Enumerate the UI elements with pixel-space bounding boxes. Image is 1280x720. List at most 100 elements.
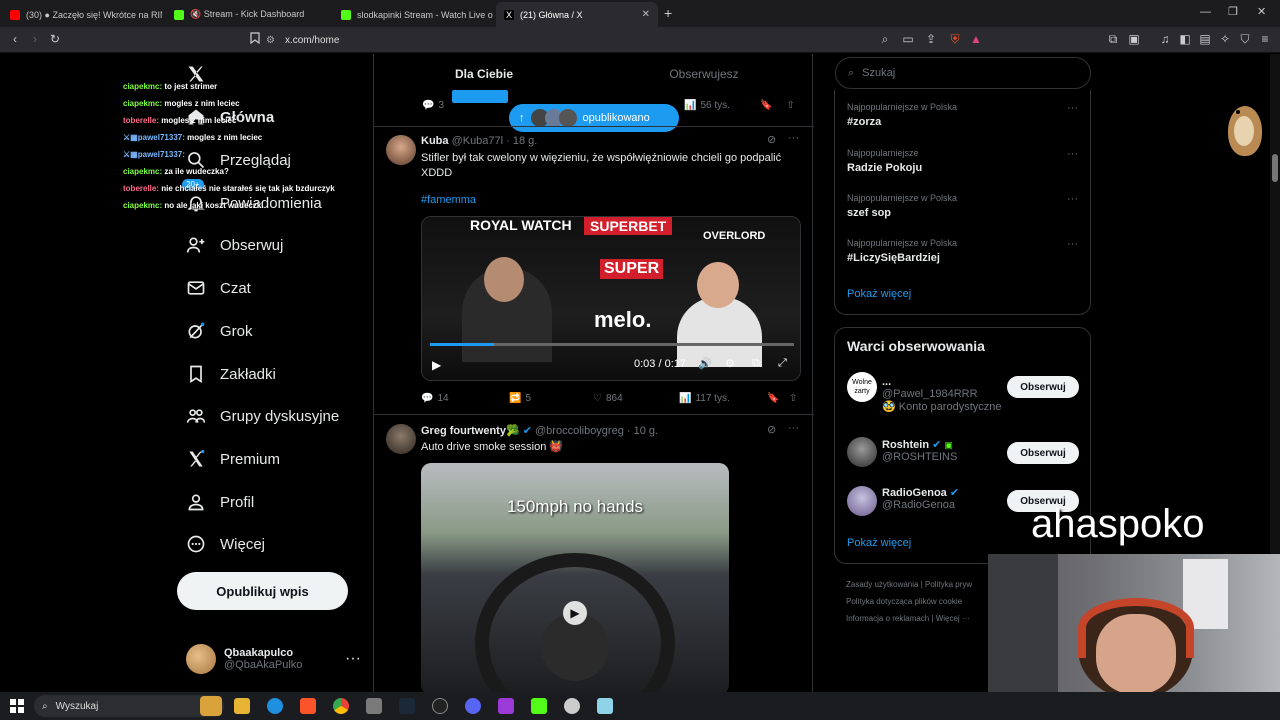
new-tab-button[interactable]: + <box>664 5 672 21</box>
author-handle[interactable]: @Kuba77l <box>452 135 504 147</box>
fullscreen-icon[interactable]: ⤢ <box>778 357 787 370</box>
app-icon[interactable] <box>498 698 514 714</box>
avatar[interactable] <box>847 486 877 516</box>
show-more-link[interactable]: Pokaż więcej <box>847 537 911 549</box>
cast-icon[interactable]: ▭ <box>901 32 915 46</box>
follow-button[interactable]: Obserwuj <box>1007 442 1079 464</box>
more-dots-icon[interactable]: ··· <box>1067 148 1078 160</box>
search-input[interactable]: Szukaj <box>862 67 895 79</box>
trend-item[interactable]: Najpopularniejsze Radzie Pokoju <box>847 148 1077 174</box>
app-icon[interactable] <box>366 698 382 714</box>
footer-link[interactable]: Informacja o reklamach <box>846 614 929 623</box>
author-name[interactable]: Greg fourtwenty🥦 <box>421 425 520 437</box>
picture-in-picture-icon[interactable]: ⧉ <box>752 357 760 370</box>
more-dots-icon[interactable]: ··· <box>1067 193 1078 205</box>
nav-profile[interactable]: Profil <box>186 492 254 512</box>
more-dots-icon[interactable]: ··· <box>788 132 799 144</box>
settings-icon[interactable]: ⚙ <box>725 357 735 370</box>
grok-icon[interactable]: ⊘ <box>767 423 776 436</box>
leo-ai-icon[interactable]: ✧ <box>1218 32 1232 46</box>
menu-icon[interactable]: ≡ <box>1258 32 1272 46</box>
reload-icon[interactable]: ↻ <box>48 32 62 46</box>
chrome-icon[interactable] <box>333 698 349 714</box>
avatar[interactable] <box>847 437 877 467</box>
browser-tab-x-home[interactable]: X (21) Główna / X ✕ <box>496 2 658 27</box>
search-box[interactable]: ⌕ Szukaj <box>835 57 1091 89</box>
views-button[interactable]: 📊 56 tys. <box>684 100 730 111</box>
follow-button[interactable]: Obserwuj <box>1007 376 1079 398</box>
browser-tab-kick-stream[interactable]: slodkapinki Stream - Watch Live on K <box>333 2 493 27</box>
close-window-button[interactable]: ✕ <box>1257 5 1266 18</box>
more-dots-icon[interactable]: ··· <box>1067 102 1078 114</box>
footer-link[interactable]: Zasady użytkowania <box>846 580 918 589</box>
trend-item[interactable]: Najpopularniejsze w Polska szef sop <box>847 193 1077 219</box>
account-switcher[interactable]: Qbaakapulco @QbaAkaPulko ··· <box>186 644 361 674</box>
grok-icon[interactable]: ⊘ <box>767 133 776 146</box>
share-icon[interactable]: ⇪ <box>924 32 938 46</box>
steam-icon[interactable] <box>399 698 415 714</box>
file-explorer-icon[interactable] <box>234 698 250 714</box>
tweet-time[interactable]: · 18 g. <box>506 135 537 147</box>
nav-bookmarks[interactable]: Zakładki <box>186 364 276 384</box>
nav-communities[interactable]: Grupy dyskusyjne <box>186 406 339 426</box>
taskbar-search[interactable]: ⌕ Wyszukaj <box>34 695 224 717</box>
bookmark-icon[interactable]: 🔖 <box>760 100 772 111</box>
play-icon[interactable]: ▶ <box>563 601 587 625</box>
show-more-link[interactable]: Pokaż więcej <box>847 288 911 300</box>
minimize-button[interactable]: — <box>1200 6 1211 18</box>
brave-icon[interactable] <box>300 698 316 714</box>
footer-link[interactable]: Polityka dotycząca plików cookie <box>846 597 962 606</box>
browser-tab-youtube[interactable]: (30) ● Zaczęło się! Wkrótce na RIN <box>2 2 162 27</box>
repost-button[interactable]: 🔁 5 <box>509 393 593 404</box>
footer-link[interactable]: Polityka pryw <box>925 580 972 589</box>
suggested-account[interactable]: ... @Pawel_1984RRR 🥸 Konto parodystyczne <box>882 376 1004 413</box>
tab-following[interactable]: Obserwujesz <box>594 54 814 94</box>
like-button[interactable]: ♡ 864 <box>593 393 679 404</box>
site-settings-icon[interactable]: ⚙ <box>266 35 275 46</box>
obs-icon[interactable] <box>432 698 448 714</box>
close-tab-icon[interactable]: ✕ <box>642 9 650 20</box>
app-icon[interactable] <box>597 698 613 714</box>
media-icon[interactable]: ♫ <box>1158 32 1172 46</box>
hashtag-link[interactable]: #famemma <box>421 193 476 208</box>
avatar[interactable] <box>386 424 416 454</box>
bookmark-icon[interactable]: 🔖 <box>767 393 789 404</box>
nav-premium[interactable]: Premium <box>186 449 280 469</box>
tweet[interactable]: Greg fourtwenty🥦 ✔ @broccoliboygreg · 10… <box>374 414 814 692</box>
views-button[interactable]: 📊 117 tys. <box>679 393 767 404</box>
forward-icon[interactable]: › <box>28 32 42 46</box>
edge-icon[interactable] <box>267 698 283 714</box>
app-icon[interactable] <box>564 698 580 714</box>
avatar[interactable]: Wolne żarty <box>847 372 877 402</box>
play-icon[interactable]: ▶ <box>432 358 441 372</box>
author-handle[interactable]: @broccoliboygreg <box>535 425 624 437</box>
video-player[interactable]: ROYAL WATCH SUPERBET OVERLORD SUPER melo… <box>421 216 801 381</box>
video-progress-track[interactable] <box>430 343 794 346</box>
start-button[interactable] <box>10 699 24 713</box>
trend-item[interactable]: Najpopularniejsze w Polska #LiczySięBardz… <box>847 238 1077 264</box>
share-icon[interactable]: ⇧ <box>789 393 797 404</box>
discord-icon[interactable] <box>465 698 481 714</box>
author-name[interactable]: Kuba <box>421 135 449 147</box>
tab-for-you[interactable]: Dla Ciebie <box>374 54 594 103</box>
avatar[interactable] <box>386 135 416 165</box>
volume-icon[interactable]: 🔊 <box>698 357 712 370</box>
footer-link[interactable]: Więcej ··· <box>936 614 970 623</box>
scrollbar-thumb[interactable] <box>1272 154 1278 182</box>
video-player[interactable]: 150mph no hands ▶ <box>421 463 729 692</box>
sidebar-icon[interactable]: ◧ <box>1178 32 1192 46</box>
back-icon[interactable]: ‹ <box>8 32 22 46</box>
nav-follow[interactable]: Obserwuj <box>186 235 283 255</box>
nav-grok[interactable]: Grok <box>186 321 253 341</box>
reply-button[interactable]: 💬 14 <box>421 393 509 404</box>
screenshot-icon[interactable]: ▣ <box>1127 32 1141 46</box>
extensions-icon[interactable]: ⧉ <box>1106 32 1120 46</box>
vpn-icon[interactable]: ⛉ <box>1238 32 1252 46</box>
trend-item[interactable]: Najpopularniejsze w Polska #zorza <box>847 102 1077 128</box>
more-dots-icon[interactable]: ··· <box>1067 238 1078 250</box>
more-dots-icon[interactable]: ··· <box>788 422 799 434</box>
reply-button[interactable]: 💬 3 <box>422 100 444 111</box>
suggested-account[interactable]: RadioGenoa ✔ @RadioGenoa <box>882 486 1004 511</box>
post-button[interactable]: Opublikuj wpis <box>177 572 348 610</box>
nav-more[interactable]: Więcej <box>186 534 265 554</box>
